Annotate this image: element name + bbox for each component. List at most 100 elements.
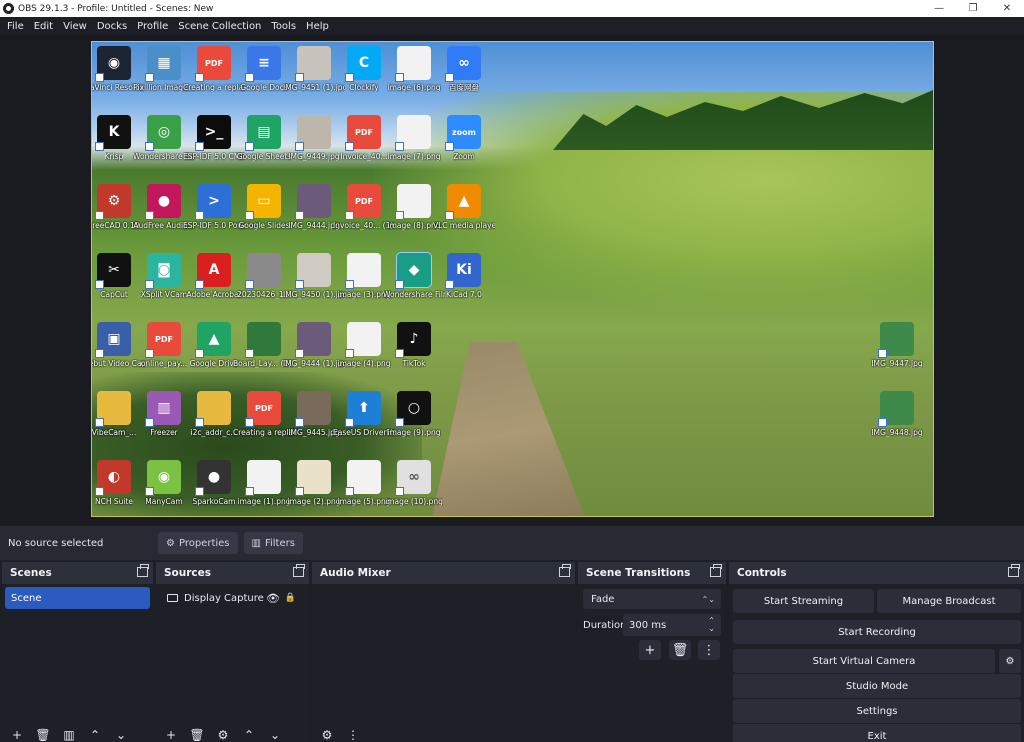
move-scene-down-button[interactable]: ⌄ <box>110 728 132 742</box>
shortcut-arrow-icon <box>145 418 154 427</box>
undock-icon[interactable] <box>1008 564 1020 577</box>
shortcut-arrow-icon <box>395 73 404 82</box>
desktop-icon[interactable]: ♪ TikTok <box>384 322 444 368</box>
desktop-icon[interactable]: ∞ image (10).png <box>384 460 444 506</box>
scene-item[interactable]: Scene <box>5 587 150 609</box>
undock-icon[interactable] <box>559 564 571 577</box>
menu-edit[interactable]: Edit <box>29 21 58 32</box>
gear-icon: ⚙ <box>1005 655 1015 667</box>
window-title: OBS 29.1.3 - Profile: Untitled - Scenes:… <box>18 3 214 14</box>
desktop-icon-label: IMG_9448.jpg <box>871 428 923 437</box>
advanced-audio-button[interactable]: ⚙ <box>316 728 338 742</box>
transition-select-value: Fade <box>591 593 615 605</box>
shortcut-arrow-icon <box>295 142 304 151</box>
lock-icon[interactable]: 🔒 <box>285 593 296 603</box>
capcut-icon: ✂ <box>95 253 131 289</box>
preview-canvas-display-capture[interactable]: ◉DaVinci Resolve▦Pixillion Image...PDFCr… <box>91 41 934 517</box>
add-source-button[interactable]: + <box>160 728 182 742</box>
desktop-icon-label: IMG_9447.jpg <box>871 359 923 368</box>
freezer-icon: ▥ <box>145 391 181 427</box>
move-source-up-button[interactable]: ⌃ <box>238 728 260 742</box>
window-controls: — ❐ ✕ <box>922 0 1024 17</box>
duration-input[interactable]: 300 ms ⌃ ⌄ <box>623 614 721 636</box>
desktop-icon-label: CapCut <box>100 290 128 299</box>
menu-scene-collection[interactable]: Scene Collection <box>173 21 266 32</box>
start-recording-button[interactable]: Start Recording <box>733 620 1021 644</box>
menu-bar: File Edit View Docks Profile Scene Colle… <box>0 17 1024 35</box>
desktop-icon[interactable]: ▲ VLC media player <box>433 184 495 230</box>
studio-mode-button[interactable]: Studio Mode <box>733 674 1021 698</box>
acrobat-icon: A <box>195 253 231 289</box>
start-virtual-camera-button[interactable]: Start Virtual Camera <box>733 649 995 673</box>
folder-zip-icon <box>95 391 131 427</box>
close-button[interactable]: ✕ <box>990 0 1024 17</box>
desktop-icon[interactable]: IMG_9447.jpg <box>867 322 927 368</box>
undock-icon[interactable] <box>710 564 722 577</box>
source-item-display-capture[interactable]: Display Capture 👁 🔒 <box>159 587 306 609</box>
menu-view[interactable]: View <box>58 21 92 32</box>
shortcut-arrow-icon <box>878 349 887 358</box>
sources-dock-header: Sources <box>156 562 309 584</box>
desktop-icon-label: image (6).png <box>387 83 441 92</box>
remove-source-button[interactable]: 🗑 <box>186 728 208 742</box>
desktop-icon[interactable]: zoom Zoom <box>434 115 494 161</box>
shortcut-arrow-icon <box>245 142 254 151</box>
pdf-icon: PDF <box>345 184 381 220</box>
menu-docks[interactable]: Docks <box>92 21 132 32</box>
source-properties-button[interactable]: ⚙ <box>212 728 234 742</box>
desktop-icon-label: IMG_9444.jpg <box>288 221 340 230</box>
remove-scene-button[interactable]: 🗑 <box>32 728 54 742</box>
exit-button[interactable]: Exit <box>733 724 1021 742</box>
eye-icon[interactable]: 👁 <box>266 592 280 605</box>
scene-filters-button[interactable]: ▥ <box>58 728 80 742</box>
scenes-footer: + 🗑 ▥ ⌃ ⌄ <box>2 726 153 742</box>
desktop-icon-label: online_pay... <box>140 359 188 368</box>
desktop-icon-label: i2c_addr_c... <box>190 428 238 437</box>
menu-tools[interactable]: Tools <box>266 21 301 32</box>
shortcut-arrow-icon <box>245 487 254 496</box>
sparkocam-icon: ● <box>195 460 231 496</box>
audfree-icon: ● <box>145 184 181 220</box>
desktop-icon[interactable]: IMG_9448.jpg <box>867 391 927 437</box>
menu-file[interactable]: File <box>2 21 29 32</box>
shortcut-arrow-icon <box>245 418 254 427</box>
maximize-button[interactable]: ❐ <box>956 0 990 17</box>
move-scene-up-button[interactable]: ⌃ <box>84 728 106 742</box>
desktop-icon[interactable]: Ki KiCad 7.0 <box>434 253 494 299</box>
tiktok-icon: ♪ <box>395 322 431 358</box>
start-streaming-button[interactable]: Start Streaming <box>733 589 874 613</box>
properties-button[interactable]: ⚙ Properties <box>158 532 238 554</box>
add-scene-button[interactable]: + <box>6 728 28 742</box>
filmora-icon: ◆ <box>395 252 432 289</box>
undock-icon[interactable] <box>137 564 149 577</box>
xsplit-icon: ◙ <box>145 253 181 289</box>
minimize-button[interactable]: — <box>922 0 956 17</box>
audio-mixer-dock-header: Audio Mixer <box>312 562 575 584</box>
source-context-bar: No source selected ⚙ Properties ▥ Filter… <box>0 526 1024 560</box>
move-source-down-button[interactable]: ⌄ <box>264 728 286 742</box>
filters-button[interactable]: ▥ Filters <box>243 532 303 554</box>
desktop-icon[interactable]: ○ image (9).png <box>384 391 444 437</box>
image-file-icon <box>395 115 431 151</box>
remove-transition-button[interactable]: 🗑 <box>669 640 691 660</box>
add-transition-button[interactable]: + <box>639 640 661 660</box>
spinner-icon[interactable]: ⌃ ⌄ <box>708 617 715 633</box>
desktop-icon-label: image (5).png <box>337 497 391 506</box>
transition-select[interactable]: Fade ⌃⌄ <box>583 589 721 609</box>
undock-icon[interactable] <box>293 564 305 577</box>
manage-broadcast-button[interactable]: Manage Broadcast <box>877 589 1021 613</box>
audio-menu-button[interactable]: ⋮ <box>342 728 364 742</box>
shortcut-arrow-icon <box>245 211 254 220</box>
transition-properties-button[interactable]: ⋮ <box>698 640 720 660</box>
menu-help[interactable]: Help <box>301 21 334 32</box>
menu-profile[interactable]: Profile <box>132 21 173 32</box>
desktop-icon-label: image (1).png <box>237 497 291 506</box>
virtual-camera-settings-button[interactable]: ⚙ <box>999 649 1021 673</box>
obs-logo-icon <box>3 3 14 14</box>
desktop-icon-label: image (2).png <box>287 497 341 506</box>
settings-button[interactable]: Settings <box>733 699 1021 723</box>
desktop-icon[interactable]: ∞ 百度网盘 <box>434 46 494 92</box>
preview-area[interactable]: ◉DaVinci Resolve▦Pixillion Image...PDFCr… <box>0 35 1024 526</box>
scenes-list: Scene + 🗑 ▥ ⌃ ⌄ <box>2 584 153 742</box>
kicad-icon: Ki <box>445 253 481 289</box>
